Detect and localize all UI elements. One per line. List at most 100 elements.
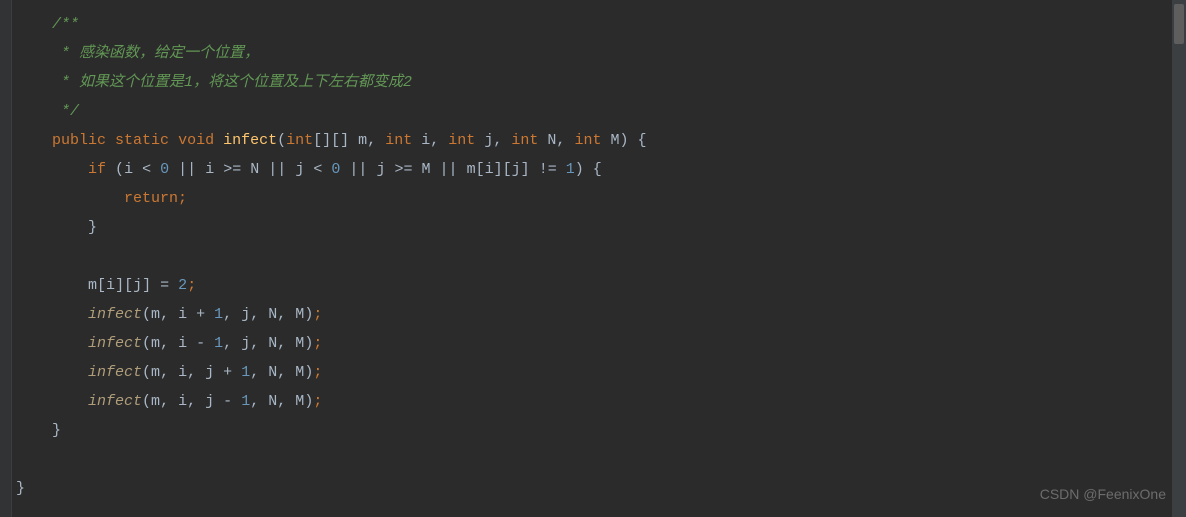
comment-text: */ [52,103,79,120]
comma: , [223,335,232,352]
identifier: M [295,306,304,323]
method-name: infect [223,132,277,149]
watermark: CSDN @FeenixOne [1040,480,1166,509]
scrollbar-thumb[interactable] [1174,4,1184,44]
bracket: [ [476,161,485,178]
semicolon: ; [313,335,322,352]
code-line: public static void infect(int[][] m, int… [12,126,1186,155]
code-line: } [12,474,1186,503]
paren: ) [620,132,629,149]
number: 1 [241,364,250,381]
operator: < [313,161,322,178]
brace: { [593,161,602,178]
identifier: M [295,364,304,381]
code-editor: /** * 感染函数，给定一个位置， * 如果这个位置是1，将这个位置及上下左右… [0,0,1186,517]
identifier: i [106,277,115,294]
identifier: m [151,364,160,381]
brace: } [16,480,25,497]
code-line: * 感染函数，给定一个位置， [12,39,1186,68]
brace: { [638,132,647,149]
method-call: infect [88,393,142,410]
brace: } [88,219,97,236]
semicolon: ; [313,364,322,381]
comma: , [187,364,196,381]
comma: , [277,364,286,381]
identifier: M [295,335,304,352]
keyword: void [178,132,214,149]
bracket: [ [503,161,512,178]
scrollbar-track[interactable] [1172,0,1186,517]
bracket: ] [115,277,124,294]
operator: || [268,161,286,178]
type: int [448,132,475,149]
number: 0 [160,161,169,178]
comma: , [277,393,286,410]
bracket: ] [521,161,530,178]
comma: , [367,132,376,149]
code-line [12,242,1186,271]
identifier: m [151,335,160,352]
param: j [484,132,493,149]
code-line: infect(m, i, j + 1, N, M); [12,358,1186,387]
operator: || [440,161,458,178]
operator: = [160,277,169,294]
number: 1 [214,335,223,352]
identifier: j [205,393,214,410]
bracket: [ [124,277,133,294]
operator: >= [394,161,412,178]
identifier: j [241,335,250,352]
code-line: } [12,416,1186,445]
brace: } [52,422,61,439]
code-line: */ [12,97,1186,126]
paren: ) [304,335,313,352]
identifier: i [178,335,187,352]
keyword: return [124,190,178,207]
identifier: m [467,161,476,178]
code-area[interactable]: /** * 感染函数，给定一个位置， * 如果这个位置是1，将这个位置及上下左右… [12,0,1186,517]
identifier: j [512,161,521,178]
comma: , [250,393,259,410]
param: M [610,132,619,149]
paren: ( [277,132,286,149]
identifier: j [133,277,142,294]
comma: , [187,393,196,410]
comma: , [160,335,169,352]
identifier: N [268,306,277,323]
code-line: if (i < 0 || i >= N || j < 0 || j >= M |… [12,155,1186,184]
identifier: i [178,393,187,410]
number: 1 [566,161,575,178]
identifier: i [205,161,214,178]
type: int [574,132,601,149]
code-line: return; [12,184,1186,213]
identifier: M [295,393,304,410]
bracket: [][] [313,132,349,149]
paren: ( [142,335,151,352]
operator: != [539,161,557,178]
paren: ) [304,306,313,323]
paren: ( [115,161,124,178]
identifier: j [376,161,385,178]
number: 0 [331,161,340,178]
paren: ( [142,393,151,410]
code-line: infect(m, i - 1, j, N, M); [12,329,1186,358]
comma: , [160,306,169,323]
code-line: } [12,213,1186,242]
comment-text: * 感染函数，给定一个位置， [52,45,259,62]
editor-gutter [0,0,12,517]
comma: , [160,393,169,410]
identifier: i [178,364,187,381]
comma: , [250,306,259,323]
operator: - [196,335,205,352]
comma: , [160,364,169,381]
code-line: m[i][j] = 2; [12,271,1186,300]
semicolon: ; [187,277,196,294]
semicolon: ; [313,393,322,410]
identifier: m [88,277,97,294]
number: 1 [241,393,250,410]
identifier: N [268,393,277,410]
comma: , [430,132,439,149]
paren: ) [304,364,313,381]
operator: || [349,161,367,178]
comma: , [277,335,286,352]
keyword: if [88,161,106,178]
